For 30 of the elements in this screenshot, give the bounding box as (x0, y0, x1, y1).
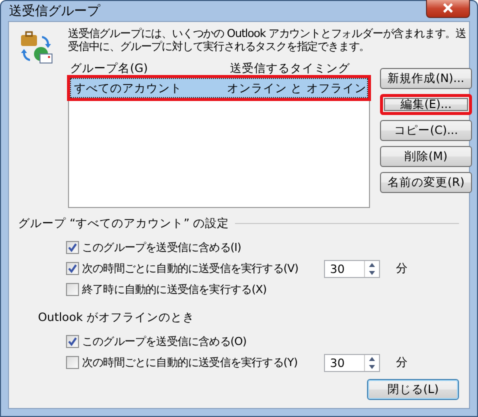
checkbox[interactable] (66, 335, 79, 348)
checkbox[interactable] (66, 262, 79, 275)
checkbox-option[interactable]: 次の時間ごとに自動的に送受信を実行する(Y) (66, 355, 324, 370)
dialog-button[interactable]: コピー(C)... (380, 120, 472, 141)
window-title: 送受信グループ (8, 3, 100, 20)
group-row[interactable]: すべてのアカウント オンライン と オフライン (70, 78, 368, 98)
section-title: Outlook がオフラインのとき (38, 310, 194, 325)
section-title: グループ “すべてのアカウント” の設定 (18, 216, 230, 231)
send-receive-icon (18, 30, 54, 66)
checkbox-option[interactable]: このグループを送受信に含める(O) (66, 334, 324, 349)
checkbox-option[interactable]: このグループを送受信に含める(I) (66, 240, 324, 255)
dialog-button[interactable]: 名前の変更(R) (380, 172, 472, 193)
checkbox-option[interactable]: 終了時に自動的に送受信を実行する(X) (66, 282, 324, 297)
checkbox[interactable] (66, 356, 79, 369)
unit-label: 分 (396, 261, 408, 276)
dialog-button[interactable]: 新規作成(N)... (380, 68, 472, 89)
dialog-button[interactable]: 削除(M) (380, 146, 472, 167)
dialog-button[interactable]: 編集(E)... (380, 94, 472, 115)
checkbox-option[interactable]: 次の時間ごとに自動的に送受信を実行する(V) (66, 261, 324, 276)
checkbox[interactable] (66, 241, 79, 254)
close-icon (441, 3, 455, 13)
close-button[interactable] (426, 0, 470, 18)
description-text: 送受信グループには、いくつかの Outlook アカウントとフォルダーが含まれます。送受信中に、グループに対して実行されるタスクを指定できます。 (68, 27, 468, 53)
column-header: 送受信するタイミング (230, 61, 350, 76)
checkbox[interactable] (66, 283, 79, 296)
column-header: グループ名(G) (69, 61, 149, 76)
close-dialog-button[interactable]: 閉じる(L) (367, 379, 459, 400)
number-field[interactable]: 30 (324, 354, 380, 372)
unit-label: 分 (396, 355, 408, 370)
number-field[interactable]: 30 (324, 260, 380, 278)
